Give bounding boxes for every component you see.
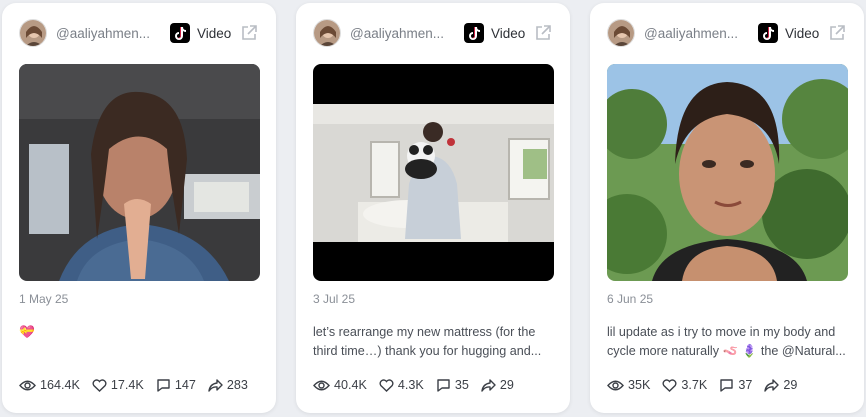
post-date: 6 Jun 25 [607,292,654,306]
video-card[interactable]: @aaliyahmen... Video [296,3,570,413]
share-icon [208,378,223,392]
external-link-icon[interactable] [828,24,846,42]
engagement-stats: 164.4K 17.4K 147 283 [19,378,260,392]
platform-label: Video [785,25,820,41]
card-header: @aaliyahmen... Video [19,17,264,49]
card-header: @aaliyahmen... Video [313,17,558,49]
shares-count: 29 [499,378,514,392]
video-thumbnail[interactable] [19,64,260,281]
comment-icon [720,379,734,392]
video-thumbnail[interactable] [313,64,554,281]
heart-icon [379,378,394,392]
account-handle[interactable]: @aaliyahmen... [350,26,450,41]
likes-stat: 3.7K [662,378,707,392]
comments-stat: 147 [156,378,196,392]
video-thumbnail[interactable] [607,64,848,281]
comment-icon [157,379,170,392]
comments-stat: 35 [436,378,469,392]
caption-line: cycle more naturally 🪱 🪻 the @Natural... [607,344,846,358]
tiktok-icon [464,23,484,43]
comments-count: 147 [174,378,196,392]
views-stat: 40.4K [313,378,367,392]
shares-stat: 29 [481,378,514,392]
avatar[interactable] [19,19,47,47]
likes-count: 3.7K [681,378,708,392]
tiktok-icon [170,23,190,43]
views-stat: 35K [607,378,650,392]
video-card[interactable]: @aaliyahmen... Video 1 May 25 💝 164.4K 1… [2,3,276,413]
shares-count: 283 [226,378,248,392]
account-handle[interactable]: @aaliyahmen... [56,26,156,41]
caption-line: let’s rearrange my new mattress (for the [313,325,536,339]
likes-stat: 4.3K [379,378,424,392]
comments-count: 35 [454,378,469,392]
share-icon [764,378,780,392]
heart-icon [92,378,107,392]
external-link-icon[interactable] [534,24,552,42]
card-header: @aaliyahmen... Video [607,17,852,49]
likes-count: 4.3K [397,378,424,392]
video-card-grid: @aaliyahmen... Video 1 May 25 💝 164.4K 1… [0,0,866,417]
platform-label: Video [197,25,232,41]
shares-stat: 283 [208,378,248,392]
views-stat: 164.4K [19,378,80,392]
likes-stat: 17.4K [92,378,144,392]
post-caption: 💝 [19,323,264,342]
external-link-icon[interactable] [240,24,258,42]
comments-stat: 37 [719,378,752,392]
post-caption: lil update as i try to move in my body a… [607,323,852,361]
engagement-stats: 40.4K 4.3K 35 29 [313,378,526,392]
comment-icon [437,379,450,392]
eye-icon [313,380,330,390]
shares-count: 29 [783,378,798,392]
views-count: 164.4K [40,378,80,392]
heart-icon [662,378,677,392]
share-icon [481,378,496,392]
tiktok-icon [758,23,778,43]
caption-line: third time…) thank you for hugging and..… [313,344,542,358]
shares-stat: 29 [764,378,797,392]
eye-icon [607,380,624,390]
post-date: 3 Jul 25 [313,292,356,306]
post-date: 1 May 25 [19,292,69,306]
account-handle[interactable]: @aaliyahmen... [644,26,744,41]
comments-count: 37 [738,378,753,392]
caption-line: 💝 [19,325,35,339]
post-caption: let’s rearrange my new mattress (for the… [313,323,558,361]
platform-label: Video [491,25,526,41]
views-count: 40.4K [334,378,367,392]
avatar[interactable] [607,19,635,47]
eye-icon [19,380,36,390]
avatar[interactable] [313,19,341,47]
video-card[interactable]: @aaliyahmen... Video [590,3,864,413]
caption-line: lil update as i try to move in my body a… [607,325,836,339]
engagement-stats: 35K 3.7K 37 29 [607,378,809,392]
views-count: 35K [628,378,651,392]
likes-count: 17.4K [110,378,144,392]
